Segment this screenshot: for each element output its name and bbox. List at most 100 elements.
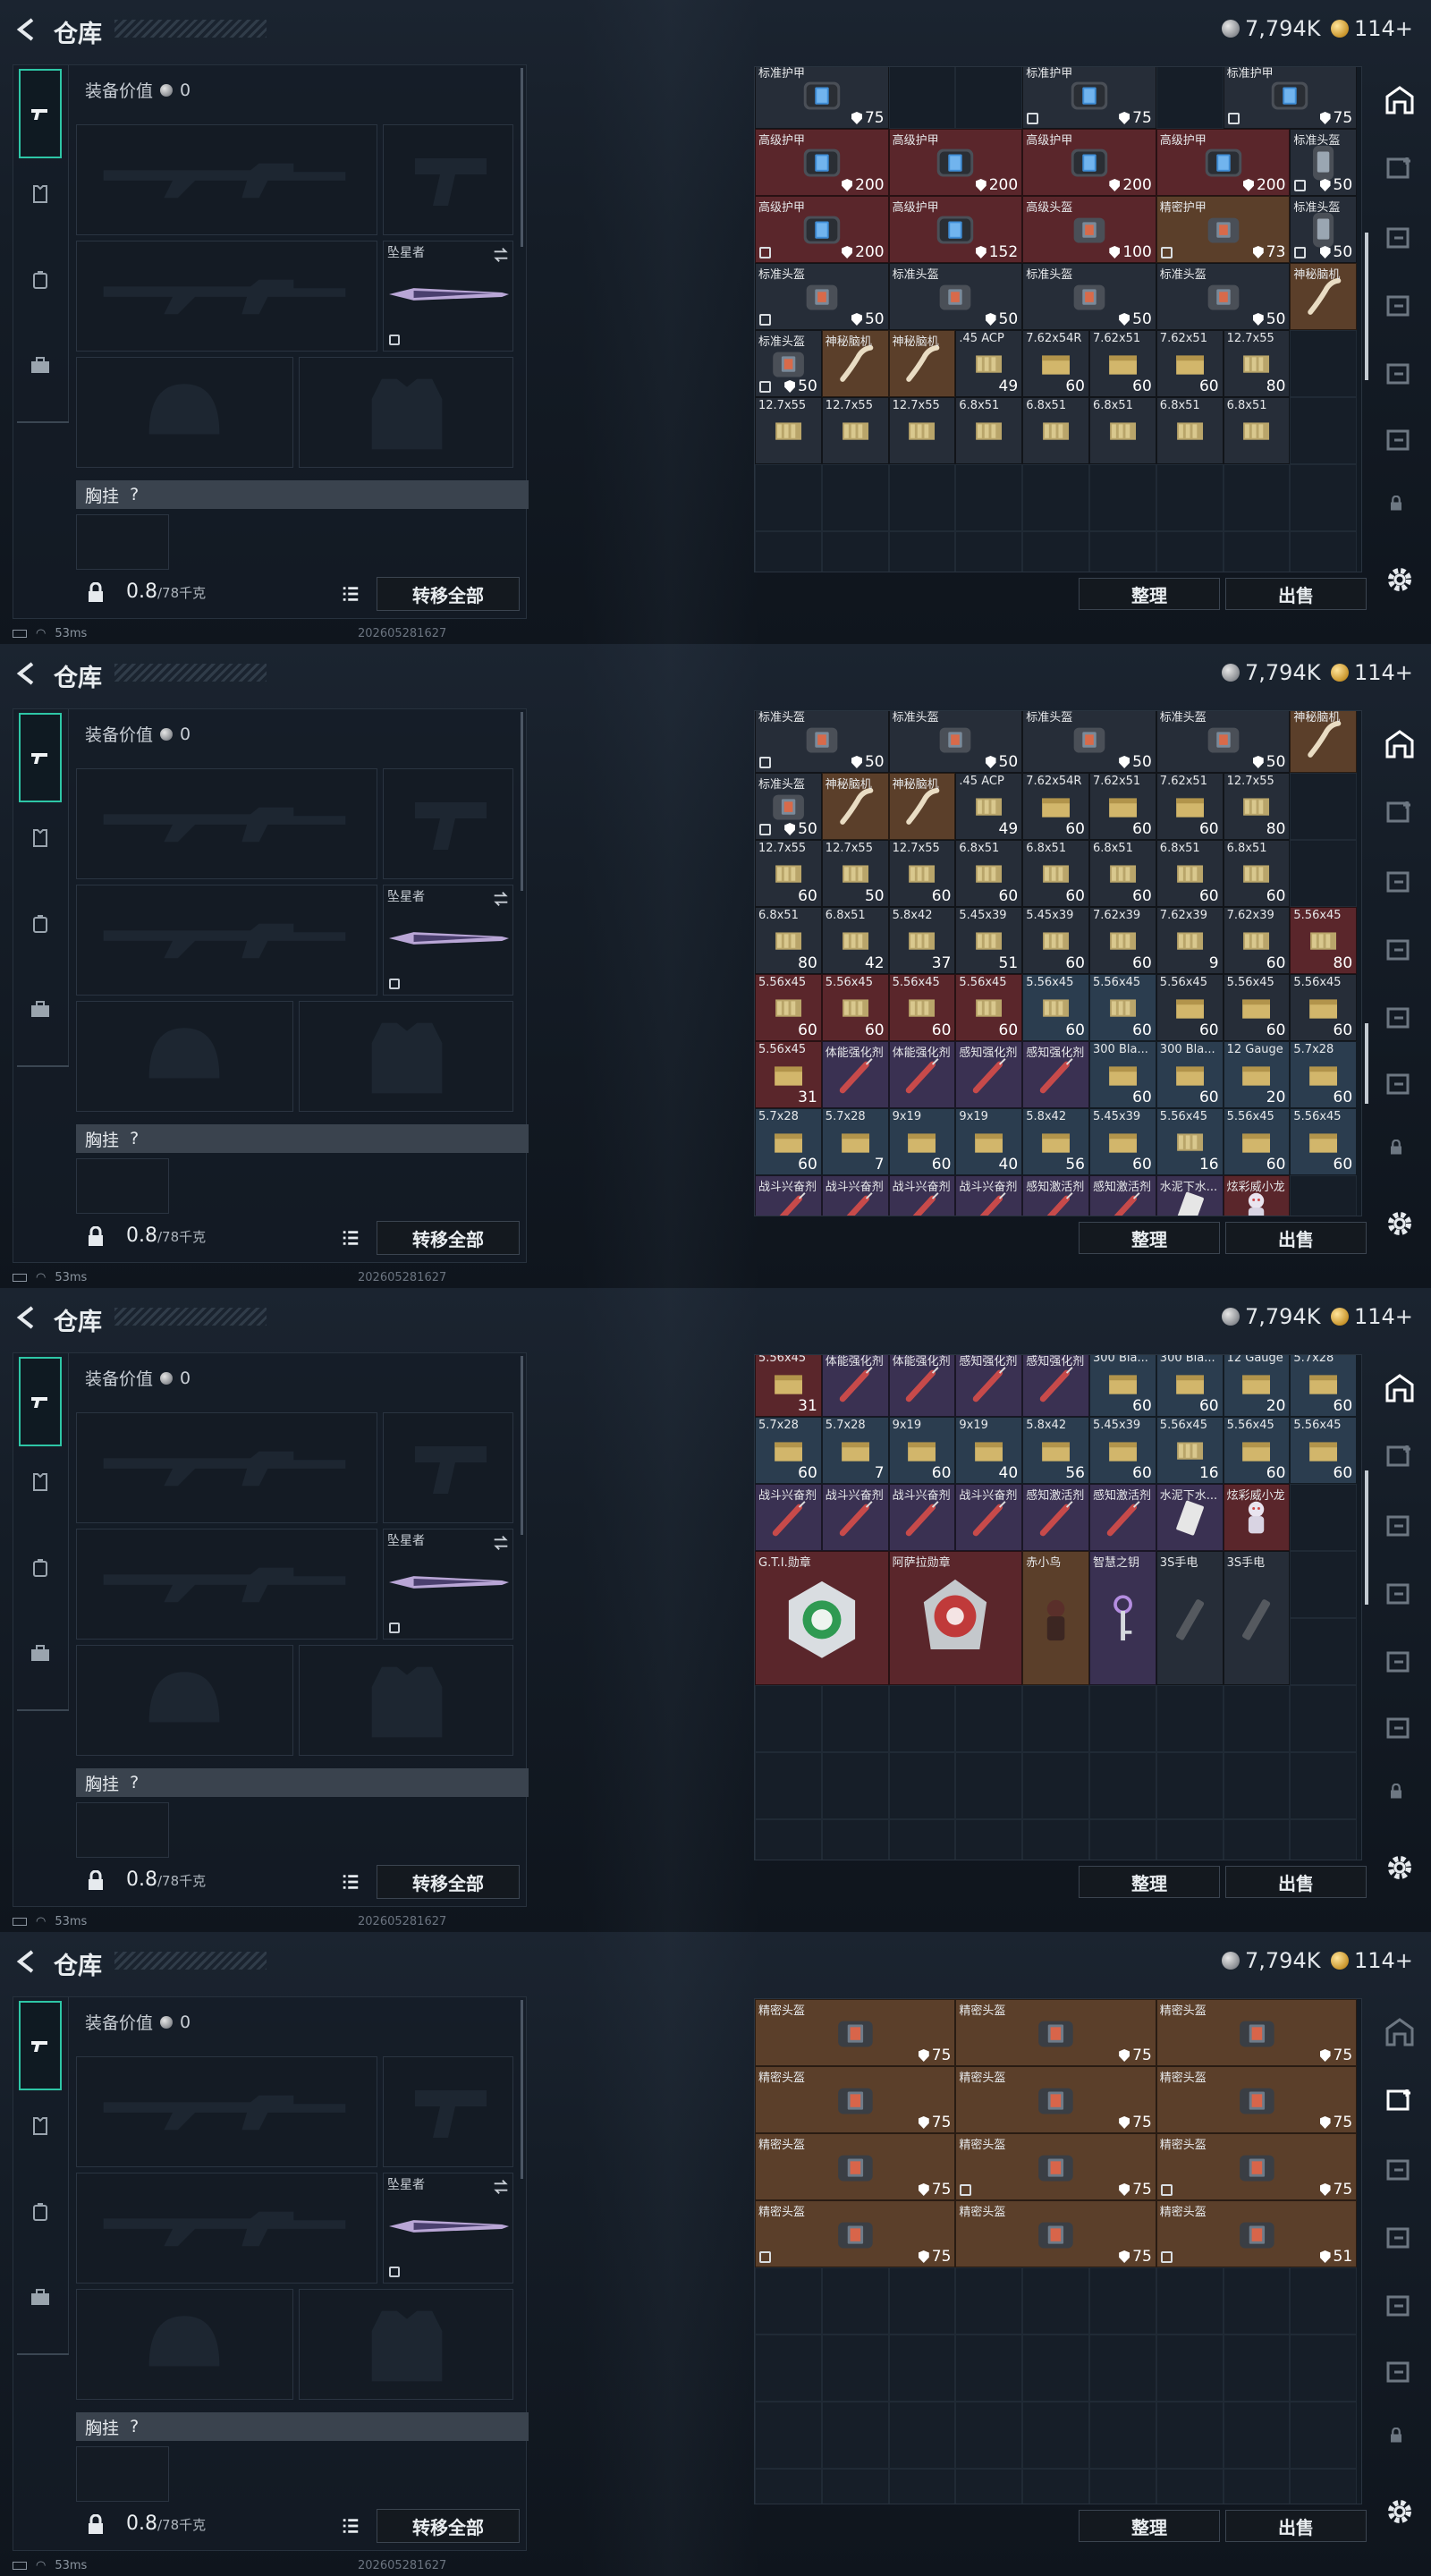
inventory-item[interactable]: 6.8x51 [1022, 397, 1089, 464]
loadout-scrollbar[interactable] [521, 2000, 523, 2179]
empty-slot[interactable] [755, 1752, 822, 1819]
list-icon[interactable] [341, 584, 360, 604]
inventory-item[interactable]: 5.56x45 31 [755, 1041, 822, 1108]
inventory-item[interactable]: 神秘脑机 [888, 773, 956, 840]
empty-slot[interactable] [888, 67, 956, 129]
empty-slot[interactable] [1156, 2334, 1224, 2402]
inventory-item[interactable]: 5.56x45 60 [1223, 1108, 1291, 1175]
empty-slot[interactable] [1290, 2334, 1358, 2402]
inventory-item[interactable]: 5.56x45 60 [755, 974, 822, 1041]
back-button[interactable] [13, 1948, 39, 1975]
empty-slot[interactable] [1156, 1819, 1224, 1860]
inventory-item[interactable]: 标准头盔 50 [888, 263, 1023, 330]
tab-armor[interactable] [19, 817, 62, 860]
sidebar-page-2[interactable] [1384, 2154, 1416, 2186]
tab-consumables[interactable] [19, 2190, 62, 2233]
transfer-all-button[interactable]: 转移全部 [377, 1865, 520, 1899]
helmet-slot[interactable] [76, 1001, 293, 1112]
inventory-item[interactable]: 战斗兴奋剂 [955, 1484, 1023, 1551]
inventory-item[interactable]: 5.56x45 60 [1290, 974, 1358, 1041]
sidebar-page-2[interactable] [1384, 222, 1416, 254]
inventory-item[interactable]: 神秘脑机 [1290, 263, 1358, 330]
sort-button[interactable]: 整理 [1079, 578, 1220, 610]
inventory-item[interactable]: 感知激活剂 [1089, 1484, 1156, 1551]
empty-slot[interactable] [955, 464, 1023, 531]
empty-slot[interactable] [1290, 1618, 1358, 1685]
inventory-item[interactable]: 感知强化剂 [955, 1041, 1023, 1108]
inventory-item[interactable]: 赤小鸟 [1022, 1551, 1089, 1685]
list-icon[interactable] [341, 1228, 360, 1248]
inventory-item[interactable]: 7.62x54R 60 [1022, 773, 1089, 840]
inventory-item[interactable]: 12.7x55 60 [755, 840, 822, 907]
loadout-scrollbar[interactable] [521, 1356, 523, 1535]
inventory-item[interactable]: 战斗兴奋剂 [755, 1175, 822, 1216]
primary-weapon-slot[interactable] [76, 124, 377, 235]
armor-slot[interactable] [299, 1645, 513, 1756]
transfer-all-button[interactable]: 转移全部 [377, 577, 520, 611]
transfer-all-button[interactable]: 转移全部 [377, 2509, 520, 2543]
inventory-item[interactable]: 战斗兴奋剂 [888, 1484, 956, 1551]
inventory-item[interactable]: 标准头盔 50 [1290, 129, 1358, 196]
inventory-item[interactable]: 标准头盔 50 [755, 773, 822, 840]
sidebar-page-3[interactable] [1384, 2222, 1416, 2254]
chest-rig-header[interactable]: 胸挂 ? [76, 1768, 529, 1797]
sidebar-page-3[interactable] [1384, 1578, 1416, 1610]
empty-slot[interactable] [955, 1819, 1023, 1860]
sell-button[interactable]: 出售 [1225, 1866, 1367, 1898]
back-button[interactable] [13, 660, 39, 687]
list-icon[interactable] [341, 2516, 360, 2536]
gold-currency[interactable]: 114+ [1331, 1304, 1413, 1329]
inventory-item[interactable]: 标准头盔 50 [1156, 711, 1291, 773]
sort-button[interactable]: 整理 [1079, 1222, 1220, 1254]
tab-armor[interactable] [19, 173, 62, 216]
inventory-item[interactable]: 6.8x51 [1089, 397, 1156, 464]
empty-slot[interactable] [1290, 1175, 1358, 1216]
back-button[interactable] [13, 16, 39, 43]
inventory-item[interactable]: G.T.I.勋章 [755, 1551, 889, 1685]
sidebar-locked-page[interactable] [1388, 2427, 1411, 2451]
primary-weapon-slot-2[interactable] [76, 1529, 377, 1640]
chest-rig-help[interactable]: ? [130, 1129, 139, 1148]
inventory-item[interactable]: 精密头盔 75 [755, 2200, 956, 2267]
armor-slot[interactable] [299, 1001, 513, 1112]
empty-slot[interactable] [1022, 2267, 1089, 2334]
settings-button[interactable] [1384, 564, 1416, 596]
inventory-item[interactable]: 5.45x39 60 [1089, 1108, 1156, 1175]
inventory-item[interactable]: 标准头盔 50 [888, 711, 1023, 773]
helmet-slot[interactable] [76, 357, 293, 468]
swap-icon[interactable] [491, 889, 511, 909]
tab-consumables[interactable] [19, 1546, 62, 1589]
inventory-item[interactable]: 战斗兴奋剂 [821, 1484, 889, 1551]
empty-slot[interactable] [1089, 1685, 1156, 1752]
empty-slot[interactable] [1290, 1752, 1358, 1819]
tab-weapons[interactable] [19, 713, 62, 802]
inventory-item[interactable]: 3S手电 [1156, 1551, 1224, 1685]
inventory-scrollbar[interactable] [1365, 1470, 1368, 1605]
inventory-item[interactable]: 300 Bla... 60 [1156, 1041, 1224, 1108]
inventory-item[interactable]: 感知激活剂 [1022, 1175, 1089, 1216]
empty-slot[interactable] [955, 1752, 1023, 1819]
inventory-item[interactable]: 6.8x51 60 [1156, 840, 1224, 907]
inventory-item[interactable]: 神秘脑机 [888, 330, 956, 397]
gold-currency[interactable]: 114+ [1331, 16, 1413, 41]
inventory-item[interactable]: 5.56x45 60 [1223, 974, 1291, 1041]
empty-slot[interactable] [755, 1819, 822, 1860]
empty-slot[interactable] [888, 1685, 956, 1752]
sidebar-page-1[interactable] [1384, 152, 1416, 184]
settings-button[interactable] [1384, 2496, 1416, 2528]
empty-slot[interactable] [955, 2334, 1023, 2402]
empty-slot[interactable] [755, 2267, 822, 2334]
helmet-slot[interactable] [76, 2289, 293, 2400]
inventory-item[interactable]: 7.62x51 60 [1156, 773, 1224, 840]
empty-slot[interactable] [888, 2334, 956, 2402]
empty-slot[interactable] [1156, 67, 1224, 129]
sidebar-warehouse-tab[interactable] [1384, 2016, 1416, 2048]
inventory-item[interactable]: 6.8x51 60 [1022, 840, 1089, 907]
inventory-item[interactable]: 5.7x28 7 [821, 1417, 889, 1484]
empty-slot[interactable] [888, 531, 956, 572]
empty-slot[interactable] [755, 464, 822, 531]
inventory-item[interactable]: 5.8x42 56 [1022, 1417, 1089, 1484]
inventory-item[interactable]: 神秘脑机 [821, 773, 889, 840]
secondary-weapon-slot[interactable] [383, 1412, 513, 1523]
primary-weapon-slot-2[interactable] [76, 241, 377, 352]
